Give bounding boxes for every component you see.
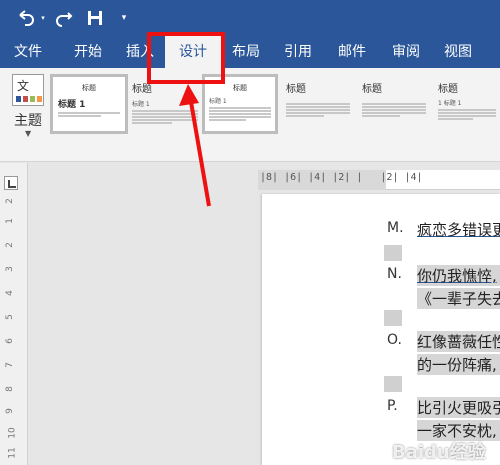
annotation-arrow xyxy=(179,84,211,207)
watermark: Baidu经验 xyxy=(392,442,486,463)
